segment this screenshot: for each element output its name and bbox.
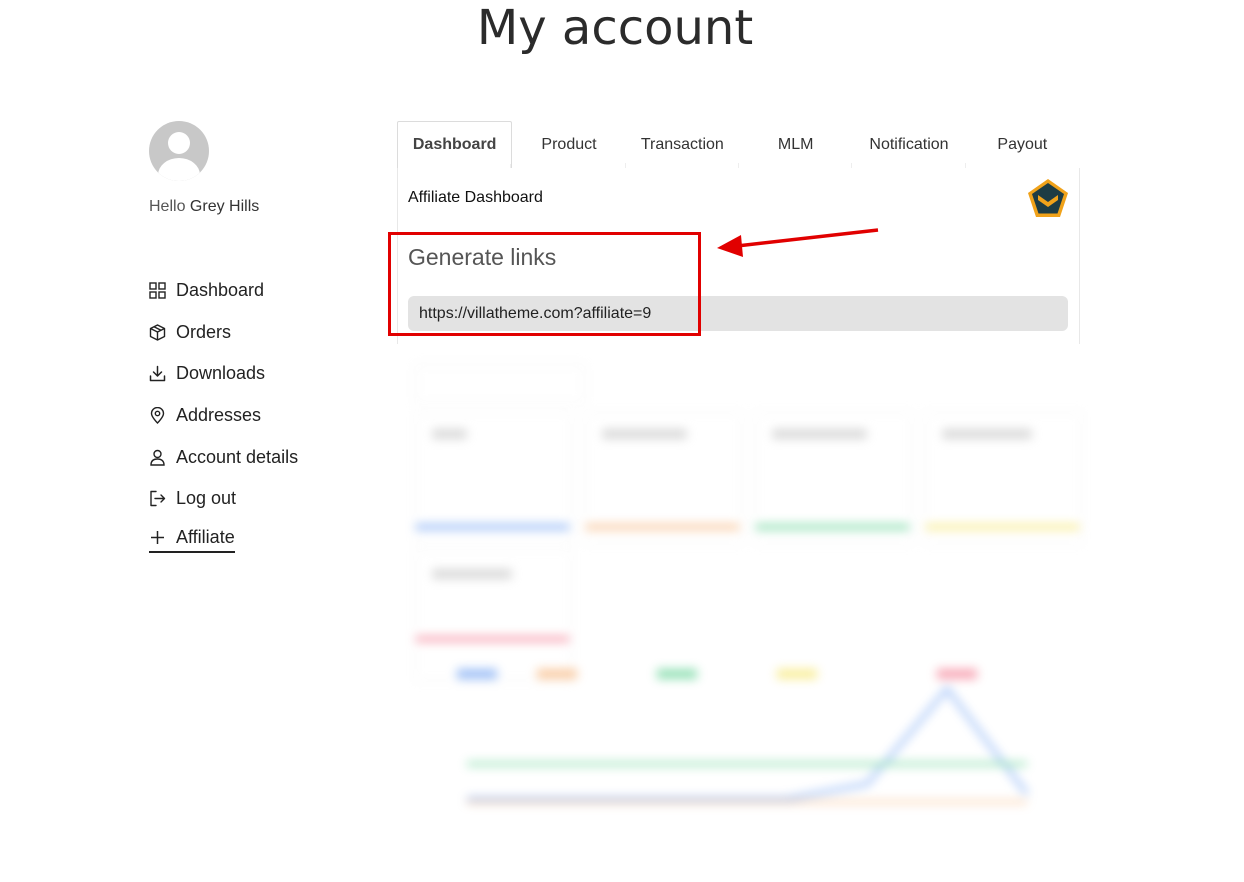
- sidebar-item-orders[interactable]: Orders: [149, 312, 298, 354]
- blurred-color-bar: [925, 524, 1080, 530]
- sidebar-item-addresses[interactable]: Addresses: [149, 395, 298, 437]
- tab-product[interactable]: Product: [512, 121, 626, 169]
- tab-dashboard[interactable]: Dashboard: [397, 121, 513, 170]
- sidebar-item-label: Account details: [176, 446, 299, 467]
- blurred-chart: [457, 669, 1029, 804]
- annotation-arrow: [717, 228, 879, 257]
- logout-icon: [149, 490, 166, 507]
- sidebar-item-log-out[interactable]: Log out: [149, 478, 298, 520]
- greeting-hello: Hello: [149, 198, 186, 215]
- blurred-dashboard-content: [397, 344, 1087, 864]
- sidebar-item-label: Orders: [176, 321, 232, 342]
- blurred-text: [432, 569, 512, 579]
- blurred-color-bar: [585, 524, 740, 530]
- sidebar-item-label: Downloads: [176, 363, 266, 384]
- sidebar-item-label: Dashboard: [176, 280, 265, 301]
- blurred-text: [602, 429, 687, 439]
- blurred-color-bar: [415, 636, 570, 642]
- box-icon: [149, 324, 166, 341]
- tab-payout[interactable]: Payout: [965, 121, 1079, 169]
- greeting: Hello Grey Hills: [149, 198, 259, 216]
- download-icon: [149, 365, 166, 382]
- sidebar-item-account-details[interactable]: Account details: [149, 436, 298, 478]
- blurred-color-bar: [415, 524, 570, 530]
- location-pin-icon: [149, 407, 166, 425]
- tab-transaction[interactable]: Transaction: [625, 121, 740, 169]
- blurred-text: [942, 429, 1032, 439]
- blurred-filter-select: [415, 364, 585, 404]
- sidebar-item-downloads[interactable]: Downloads: [149, 353, 298, 395]
- sidebar-item-label: Affiliate: [176, 527, 235, 548]
- blurred-text: [772, 429, 867, 439]
- user-name: Grey Hills: [189, 198, 260, 215]
- account-navigation: Dashboard Orders Downloads Addresses Acc…: [149, 270, 298, 561]
- sidebar-item-label: Addresses: [176, 405, 262, 426]
- blurred-color-bar: [755, 524, 910, 530]
- rank-chevron-badge-icon: [1027, 178, 1069, 218]
- tab-mlm[interactable]: MLM: [738, 121, 853, 169]
- affiliate-tabs: Dashboard Product Transaction MLM Notifi…: [397, 121, 1079, 170]
- page-title: My account: [476, 0, 754, 56]
- highlight-box: [388, 232, 701, 336]
- sidebar-item-label: Log out: [176, 488, 237, 509]
- user-icon: [149, 449, 166, 466]
- sidebar-item-dashboard[interactable]: Dashboard: [149, 270, 298, 312]
- dashboard-title: Affiliate Dashboard: [408, 189, 543, 206]
- tab-notification[interactable]: Notification: [852, 121, 966, 169]
- sidebar-item-affiliate[interactable]: Affiliate: [149, 520, 298, 562]
- plus-icon: [149, 529, 166, 546]
- blurred-text: [432, 429, 467, 439]
- avatar: [149, 121, 209, 181]
- grid-icon: [149, 282, 166, 299]
